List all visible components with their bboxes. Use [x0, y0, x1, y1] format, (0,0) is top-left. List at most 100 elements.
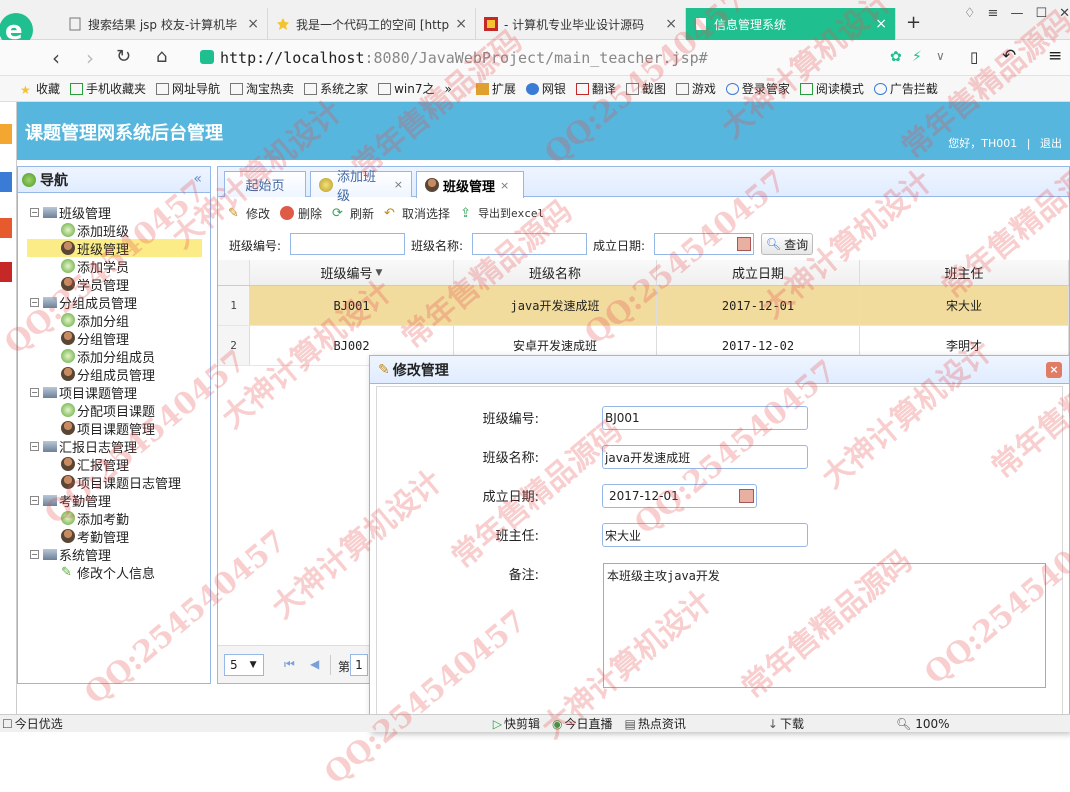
nav-group[interactable]: − 汇报日志管理	[30, 437, 200, 456]
nav-item[interactable]: 添加学员	[27, 257, 202, 276]
nav-group[interactable]: − 考勤管理	[30, 491, 200, 510]
skin-icon[interactable]: ♢	[964, 6, 976, 21]
class-name-search-input[interactable]	[472, 233, 587, 255]
collapse-toggle-icon[interactable]: −	[30, 495, 39, 505]
close-icon[interactable]: ×	[247, 16, 259, 32]
lightning-icon[interactable]: ⚡	[912, 49, 922, 65]
date-field[interactable]: 2017-12-01	[602, 484, 757, 508]
extension-item[interactable]: 阅读模式	[799, 80, 864, 97]
page-number-input[interactable]: 1	[350, 654, 368, 676]
collapse-icon[interactable]: «	[193, 171, 202, 187]
teacher-field[interactable]: 宋大业	[602, 523, 808, 547]
reload-icon[interactable]: ↻	[116, 46, 131, 67]
bookmark-item[interactable]: 网址导航	[156, 80, 220, 97]
query-button[interactable]: 🔍︎ 查询	[761, 233, 813, 255]
status-item[interactable]: ▤ 热点资讯	[625, 715, 686, 732]
status-item[interactable]: ☐ 今日优选	[2, 715, 63, 732]
calendar-icon[interactable]	[739, 489, 754, 503]
extension-item[interactable]: 广告拦截	[873, 80, 938, 97]
device-icon[interactable]: ▯	[970, 48, 978, 66]
extension-item[interactable]: 网银	[525, 80, 566, 97]
close-icon[interactable]: ×	[665, 16, 677, 32]
nav-item[interactable]: 分配项目课题	[27, 401, 202, 420]
table-row[interactable]: 1 BJ001 java开发速成班 2017-12-01 宋大业	[218, 286, 1069, 326]
browser-tab-3[interactable]: - 计算机专业毕业设计源码 ×	[476, 8, 686, 40]
browser-tab-active[interactable]: 信息管理系统 ×	[686, 8, 896, 40]
nav-item[interactable]: 添加考勤	[27, 509, 202, 528]
delete-button[interactable]: 删除	[280, 205, 322, 222]
bookmark-item[interactable]: win7之	[378, 80, 434, 97]
nav-group[interactable]: − 班级管理	[30, 203, 200, 222]
class-no-search-input[interactable]	[290, 233, 405, 255]
browser-tab-2[interactable]: 我是一个代码工的空间 [http ×	[268, 8, 476, 40]
nav-item[interactable]: 分组成员管理	[27, 365, 202, 384]
column-header[interactable]: 班级编号 ▼	[250, 260, 454, 285]
back-icon[interactable]: ‹	[52, 46, 60, 70]
tab-class-management[interactable]: 班级管理 ×	[416, 171, 524, 198]
column-header[interactable]: 班主任	[860, 260, 1069, 285]
nav-item[interactable]: ✎ 修改个人信息	[27, 563, 202, 582]
nav-item[interactable]: 汇报管理	[27, 455, 202, 474]
nav-item[interactable]: 添加分组	[27, 311, 202, 330]
class-no-field[interactable]: BJ001	[602, 406, 808, 430]
close-window-icon[interactable]: ✕	[1059, 6, 1070, 21]
extension-item[interactable]: 登录管家	[725, 80, 790, 97]
close-icon[interactable]: ×	[1046, 362, 1062, 378]
extension-item[interactable]: 扩展	[475, 80, 516, 97]
undo-icon[interactable]: ↶	[1002, 46, 1016, 66]
extension-item[interactable]: 截图	[625, 80, 666, 97]
maximize-icon[interactable]: ☐	[1035, 6, 1047, 21]
nav-group[interactable]: − 分组成员管理	[30, 293, 200, 312]
browser-menu-icon[interactable]: ≡	[1048, 46, 1062, 66]
bookmark-item[interactable]: ★ 收藏	[20, 80, 60, 97]
nav-item[interactable]: 分组管理	[27, 329, 202, 348]
column-header[interactable]: 班级名称	[454, 260, 657, 285]
nav-item[interactable]: 班级管理	[27, 239, 202, 258]
url-field[interactable]: http://localhost :8080/JavaWebProject/ma…	[196, 45, 956, 71]
bookmark-item[interactable]: 淘宝热卖	[230, 80, 294, 97]
prev-page-icon[interactable]: ◀	[310, 657, 319, 671]
status-item[interactable]: ↓ 下载	[768, 715, 804, 732]
new-tab-plus-icon[interactable]: +	[906, 12, 921, 33]
forward-icon[interactable]: ›	[86, 46, 94, 70]
home-icon[interactable]: ⌂	[156, 46, 167, 67]
leaf-icon[interactable]: ✿	[890, 49, 902, 65]
bookmark-item[interactable]: 系统之家	[304, 80, 368, 97]
nav-item[interactable]: 学员管理	[27, 275, 202, 294]
column-header[interactable]: 成立日期	[657, 260, 860, 285]
nav-group[interactable]: − 系统管理	[30, 545, 200, 564]
refresh-button[interactable]: ⟳ 刷新	[332, 205, 374, 222]
date-search-input[interactable]	[654, 233, 754, 255]
edit-button[interactable]: ✎ 修改	[228, 205, 270, 222]
browser-tab-1[interactable]: 搜索结果 jsp 校友-计算机毕 ×	[60, 8, 268, 40]
unselect-button[interactable]: ↶ 取消选择	[384, 205, 450, 222]
page-size-select[interactable]: 5 ▼	[224, 654, 264, 676]
extension-item[interactable]: 翻译	[575, 80, 616, 97]
first-page-icon[interactable]: ⏮	[284, 657, 295, 672]
export-excel-button[interactable]: ⇪ 导出到excel	[460, 205, 544, 221]
logout-link[interactable]: 退出	[1040, 137, 1062, 150]
tab-home[interactable]: 起始页	[224, 171, 306, 197]
status-item[interactable]: ◉ 今日直播	[552, 715, 613, 732]
bookmark-item[interactable]: 手机收藏夹	[70, 80, 146, 97]
nav-item[interactable]: 项目课题日志管理	[27, 473, 202, 492]
side-app-icon[interactable]	[0, 262, 12, 282]
collapse-toggle-icon[interactable]: −	[30, 441, 39, 451]
status-item[interactable]: ▷ 快剪辑	[493, 715, 540, 732]
nav-item[interactable]: 添加分组成员	[27, 347, 202, 366]
side-app-icon[interactable]	[0, 218, 12, 238]
menu-icon[interactable]: ≡	[988, 6, 999, 21]
close-icon[interactable]: ×	[875, 16, 887, 32]
close-icon[interactable]: ×	[500, 179, 509, 192]
remark-textarea[interactable]: 本班级主攻java开发	[603, 563, 1046, 688]
collapse-toggle-icon[interactable]: −	[30, 387, 39, 397]
collapse-toggle-icon[interactable]: −	[30, 549, 39, 559]
side-app-icon[interactable]	[0, 172, 12, 192]
collapse-toggle-icon[interactable]: −	[30, 207, 39, 217]
close-icon[interactable]: ×	[455, 16, 467, 32]
bookmark-overflow[interactable]: »	[444, 82, 451, 96]
side-app-icon[interactable]	[0, 124, 12, 144]
collapse-toggle-icon[interactable]: −	[30, 297, 39, 307]
calendar-icon[interactable]	[737, 237, 751, 251]
nav-item[interactable]: 考勤管理	[27, 527, 202, 546]
